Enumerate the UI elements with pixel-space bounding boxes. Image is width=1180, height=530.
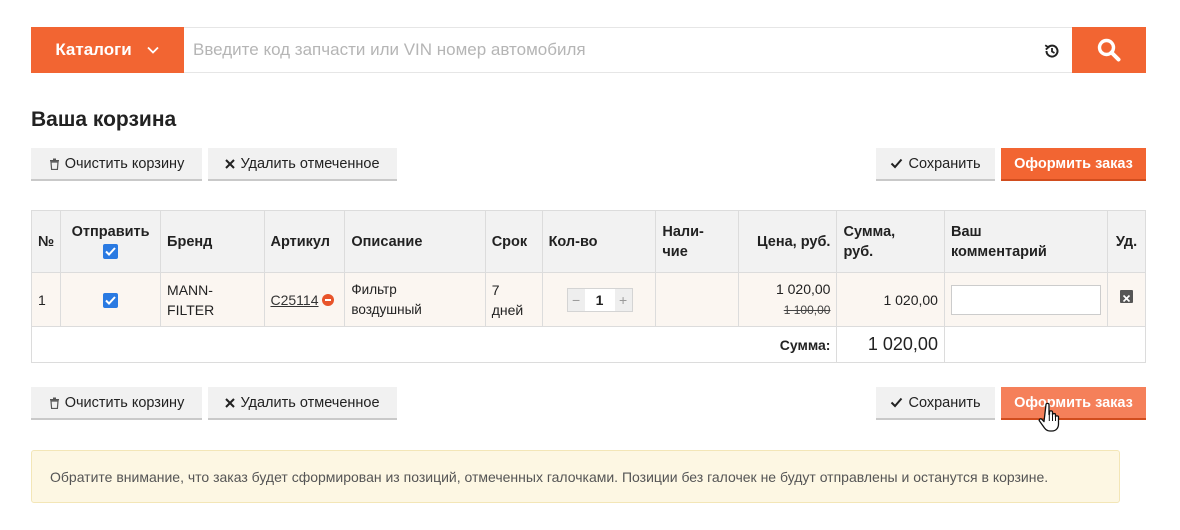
- quantity-value[interactable]: 1: [585, 290, 615, 310]
- col-article: Артикул: [263, 210, 346, 273]
- select-all-checkbox[interactable]: [103, 243, 119, 259]
- save-label: Сохранить: [908, 394, 981, 411]
- total-label: Сумма:: [30, 326, 838, 363]
- row-price-old: 1 100,00: [783, 303, 831, 317]
- save-button[interactable]: Сохранить: [876, 148, 995, 181]
- total-value: 1 020,00: [867, 334, 938, 354]
- decrement-button[interactable]: −: [567, 288, 585, 311]
- clear-cart-label: Очистить корзину: [64, 155, 185, 172]
- close-icon: [225, 158, 236, 169]
- row-brand-line2: FILTER: [167, 301, 215, 318]
- col-availability-line2: чие: [662, 243, 688, 260]
- col-send-label: Отправить: [71, 223, 150, 240]
- row-term: 7 дней: [484, 272, 543, 327]
- row-delete: [1106, 272, 1147, 327]
- col-qty: Кол-во: [541, 210, 657, 273]
- check-icon: [891, 397, 903, 408]
- total-label-text: Сумма:: [779, 336, 831, 353]
- search-button[interactable]: [1072, 27, 1146, 73]
- save-label: Сохранить: [908, 155, 981, 172]
- checkout-label: Оформить заказ: [1014, 155, 1133, 172]
- col-send: Отправить: [60, 210, 162, 273]
- col-availability: Нали- чие: [655, 210, 739, 273]
- row-send-checkbox[interactable]: [103, 292, 119, 308]
- comment-input[interactable]: [950, 284, 1101, 315]
- delete-selected-label: Удалить отмеченное: [240, 155, 380, 172]
- col-comment-line1: Ваш: [950, 223, 982, 240]
- total-empty: [943, 326, 1147, 363]
- search-icon: [1097, 38, 1121, 62]
- check-icon: [105, 295, 116, 305]
- row-description-line2: воздушный: [351, 301, 422, 317]
- col-price: Цена, руб.: [737, 210, 838, 273]
- minus-circle-icon[interactable]: [321, 293, 334, 306]
- trash-icon: [49, 397, 59, 409]
- col-sum-line1: Сумма,: [843, 223, 896, 240]
- delete-selected-label: Удалить отмеченное: [240, 394, 380, 411]
- row-price-current: 1 020,00: [775, 281, 831, 297]
- hand-cursor-icon: [1038, 402, 1060, 432]
- search-field-wrap: [184, 27, 1072, 73]
- close-icon: [1122, 294, 1131, 302]
- chevron-down-icon: [147, 46, 159, 54]
- search-bar: Каталоги: [31, 27, 1146, 73]
- total-row: Сумма: 1 020,00: [30, 326, 1147, 363]
- row-brand: MANN- FILTER: [160, 272, 265, 327]
- notice-box: Обратите внимание, что заказ будет сформ…: [31, 450, 1120, 503]
- row-term-line1: 7: [491, 281, 500, 298]
- delete-selected-button[interactable]: Удалить отмеченное: [208, 148, 397, 181]
- row-term-line2: дней: [491, 301, 524, 318]
- history-icon[interactable]: [1042, 41, 1062, 61]
- row-description: Фильтр воздушный: [344, 272, 486, 327]
- col-num: №: [30, 210, 62, 273]
- trash-icon: [49, 158, 59, 170]
- checkout-button-bottom[interactable]: Оформить заказ: [1001, 387, 1146, 420]
- row-send-cell: [60, 272, 162, 327]
- check-icon: [105, 246, 116, 256]
- table-row: 1 MANN- FILTER C25114 Фильтр воздушный 7…: [30, 272, 1147, 327]
- clear-cart-button-bottom[interactable]: Очистить корзину: [31, 387, 202, 420]
- clear-cart-button[interactable]: Очистить корзину: [31, 148, 202, 181]
- checkout-label: Оформить заказ: [1014, 394, 1133, 411]
- col-comment-line2: комментарий: [950, 243, 1047, 260]
- table-header-row: № Отправить Бренд Артикул Описание Срок …: [30, 210, 1147, 273]
- article-link[interactable]: C25114: [271, 292, 319, 308]
- row-qty: − 1 +: [541, 272, 657, 327]
- close-icon: [225, 397, 236, 408]
- row-description-line1: Фильтр: [351, 281, 397, 297]
- increment-button[interactable]: +: [614, 288, 632, 311]
- col-comment: Ваш комментарий: [943, 210, 1108, 273]
- row-article: C25114: [263, 272, 346, 327]
- col-sum: Сумма, руб.: [836, 210, 945, 273]
- row-availability: [655, 272, 739, 327]
- quantity-stepper: − 1 +: [566, 287, 633, 312]
- row-price: 1 020,00 1 100,00: [737, 272, 838, 327]
- checkout-button[interactable]: Оформить заказ: [1001, 148, 1146, 181]
- row-comment: [943, 272, 1108, 327]
- col-sum-line2: руб.: [843, 243, 874, 260]
- notice-text: Обратите внимание, что заказ будет сформ…: [50, 468, 1049, 485]
- catalogs-label: Каталоги: [55, 40, 132, 59]
- check-icon: [891, 158, 903, 169]
- page-title: Ваша корзина: [31, 108, 177, 131]
- search-input[interactable]: [184, 28, 1072, 72]
- col-availability-line1: Нали-: [662, 223, 704, 240]
- col-brand: Бренд: [160, 210, 265, 273]
- col-description: Описание: [344, 210, 486, 273]
- cart-table: № Отправить Бренд Артикул Описание Срок …: [30, 210, 1147, 363]
- catalogs-dropdown-button[interactable]: Каталоги: [31, 27, 184, 73]
- total-value-cell: 1 020,00: [836, 326, 945, 363]
- delete-selected-button-bottom[interactable]: Удалить отмеченное: [208, 387, 397, 420]
- row-brand-line1: MANN-: [167, 281, 213, 298]
- col-term: Срок: [484, 210, 543, 273]
- save-button-bottom[interactable]: Сохранить: [876, 387, 995, 420]
- row-num: 1: [30, 272, 62, 327]
- col-delete: Уд.: [1106, 210, 1147, 273]
- row-sum: 1 020,00: [836, 272, 945, 327]
- clear-cart-label: Очистить корзину: [64, 394, 185, 411]
- delete-row-icon[interactable]: [1119, 289, 1133, 303]
